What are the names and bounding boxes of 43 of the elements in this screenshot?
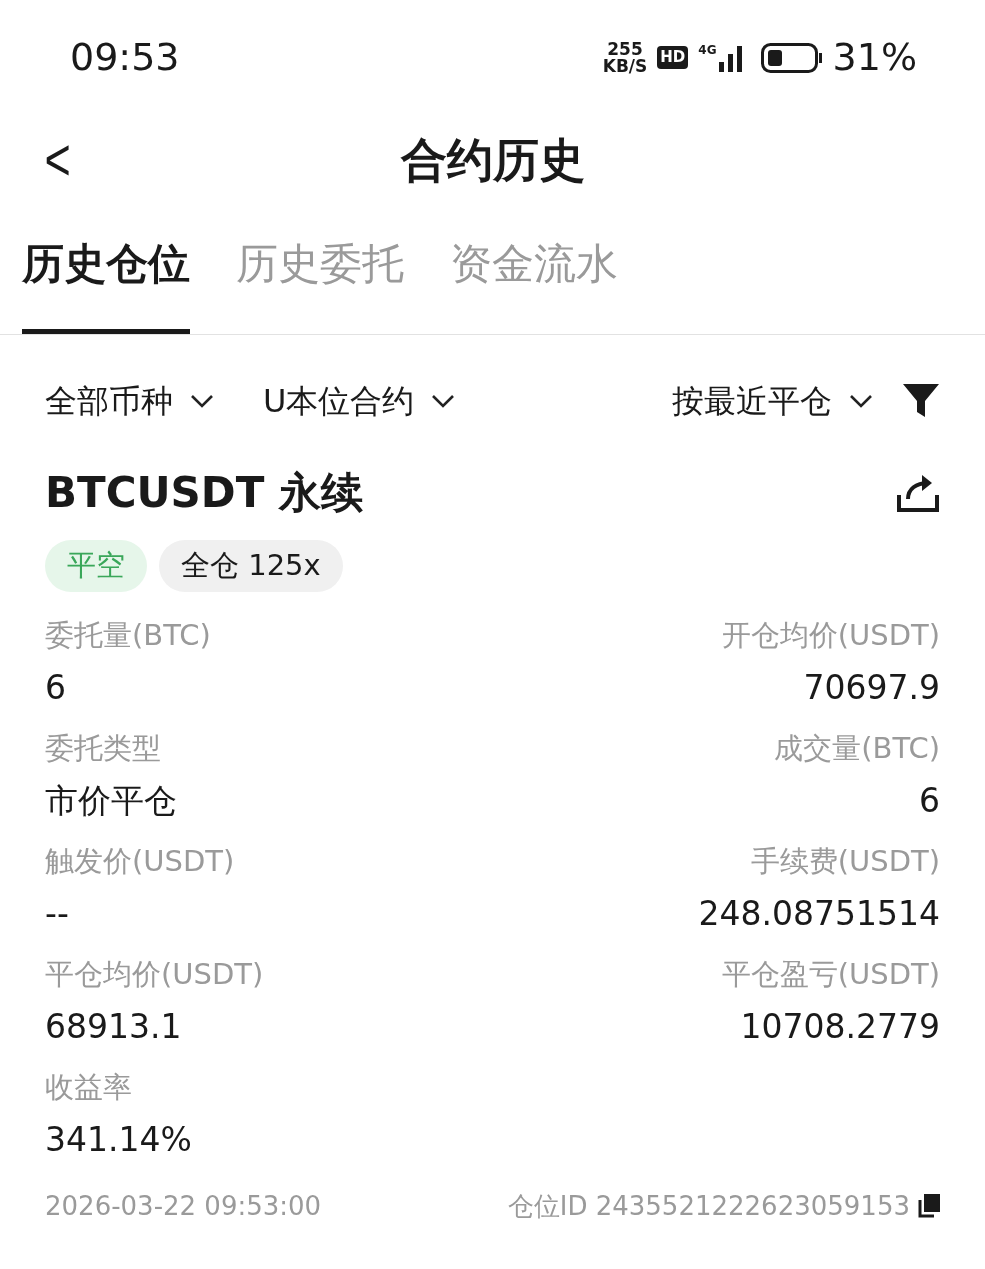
tag: 平空 — [45, 540, 147, 592]
share-icon[interactable] — [896, 472, 940, 513]
field-value: 70697.9 — [803, 667, 940, 709]
copy-icon[interactable] — [918, 1194, 940, 1218]
signal-icon — [718, 43, 743, 72]
field-label: 触发价(USDT) — [45, 842, 235, 880]
field-value: -- — [45, 893, 69, 935]
speed-unit: KB/S — [602, 57, 648, 75]
chevron-down-icon — [430, 393, 457, 409]
field-value: 341.14% — [45, 1119, 192, 1161]
field-label: 委托量(BTC) — [45, 616, 211, 654]
field-label: 平仓盈亏(USDT) — [721, 955, 940, 993]
page-title: 合约历史 — [400, 131, 585, 189]
position-id: 仓位ID 2435521222623059153 — [507, 1189, 910, 1223]
field-label: 成交量(BTC) — [774, 729, 940, 767]
tag: 全仓 125x — [159, 540, 343, 592]
hd-badge: HD — [657, 46, 689, 69]
status-time: 09:53 — [70, 34, 180, 81]
field-value: 68913.1 — [45, 1006, 182, 1048]
field-value: 市价平仓 — [45, 780, 177, 822]
tab[interactable]: 历史仓位 — [22, 232, 190, 334]
network-type: 4G — [698, 43, 717, 56]
record-time: 2026-03-22 09:53:00 — [45, 1189, 322, 1223]
field-label: 委托类型 — [45, 729, 161, 767]
field-value: 6 — [919, 780, 940, 822]
field-label: 平仓均价(USDT) — [45, 955, 264, 993]
network-speed: 255 — [607, 40, 643, 58]
field-label: 收益率 — [45, 1068, 132, 1106]
filter-dropdown[interactable]: 按最近平仓 — [672, 377, 874, 425]
field-value: 248.08751514 — [698, 893, 940, 935]
filter-icon[interactable] — [902, 383, 940, 419]
chevron-down-icon — [189, 393, 215, 409]
battery-percent: 31% — [832, 34, 917, 81]
contract-symbol: BTCUSDT 永续 — [45, 467, 363, 519]
field-label: 开仓均价(USDT) — [721, 616, 940, 654]
back-button[interactable]: < — [44, 130, 71, 190]
battery-icon — [760, 42, 823, 73]
field-value: 10708.2779 — [740, 1006, 940, 1048]
filter-dropdown[interactable]: 全部币种 — [45, 377, 215, 425]
chevron-down-icon — [848, 393, 874, 409]
field-value: 6 — [45, 667, 66, 709]
filter-dropdown[interactable]: U本位合约 — [263, 377, 457, 425]
field-label: 手续费(USDT) — [750, 842, 940, 880]
